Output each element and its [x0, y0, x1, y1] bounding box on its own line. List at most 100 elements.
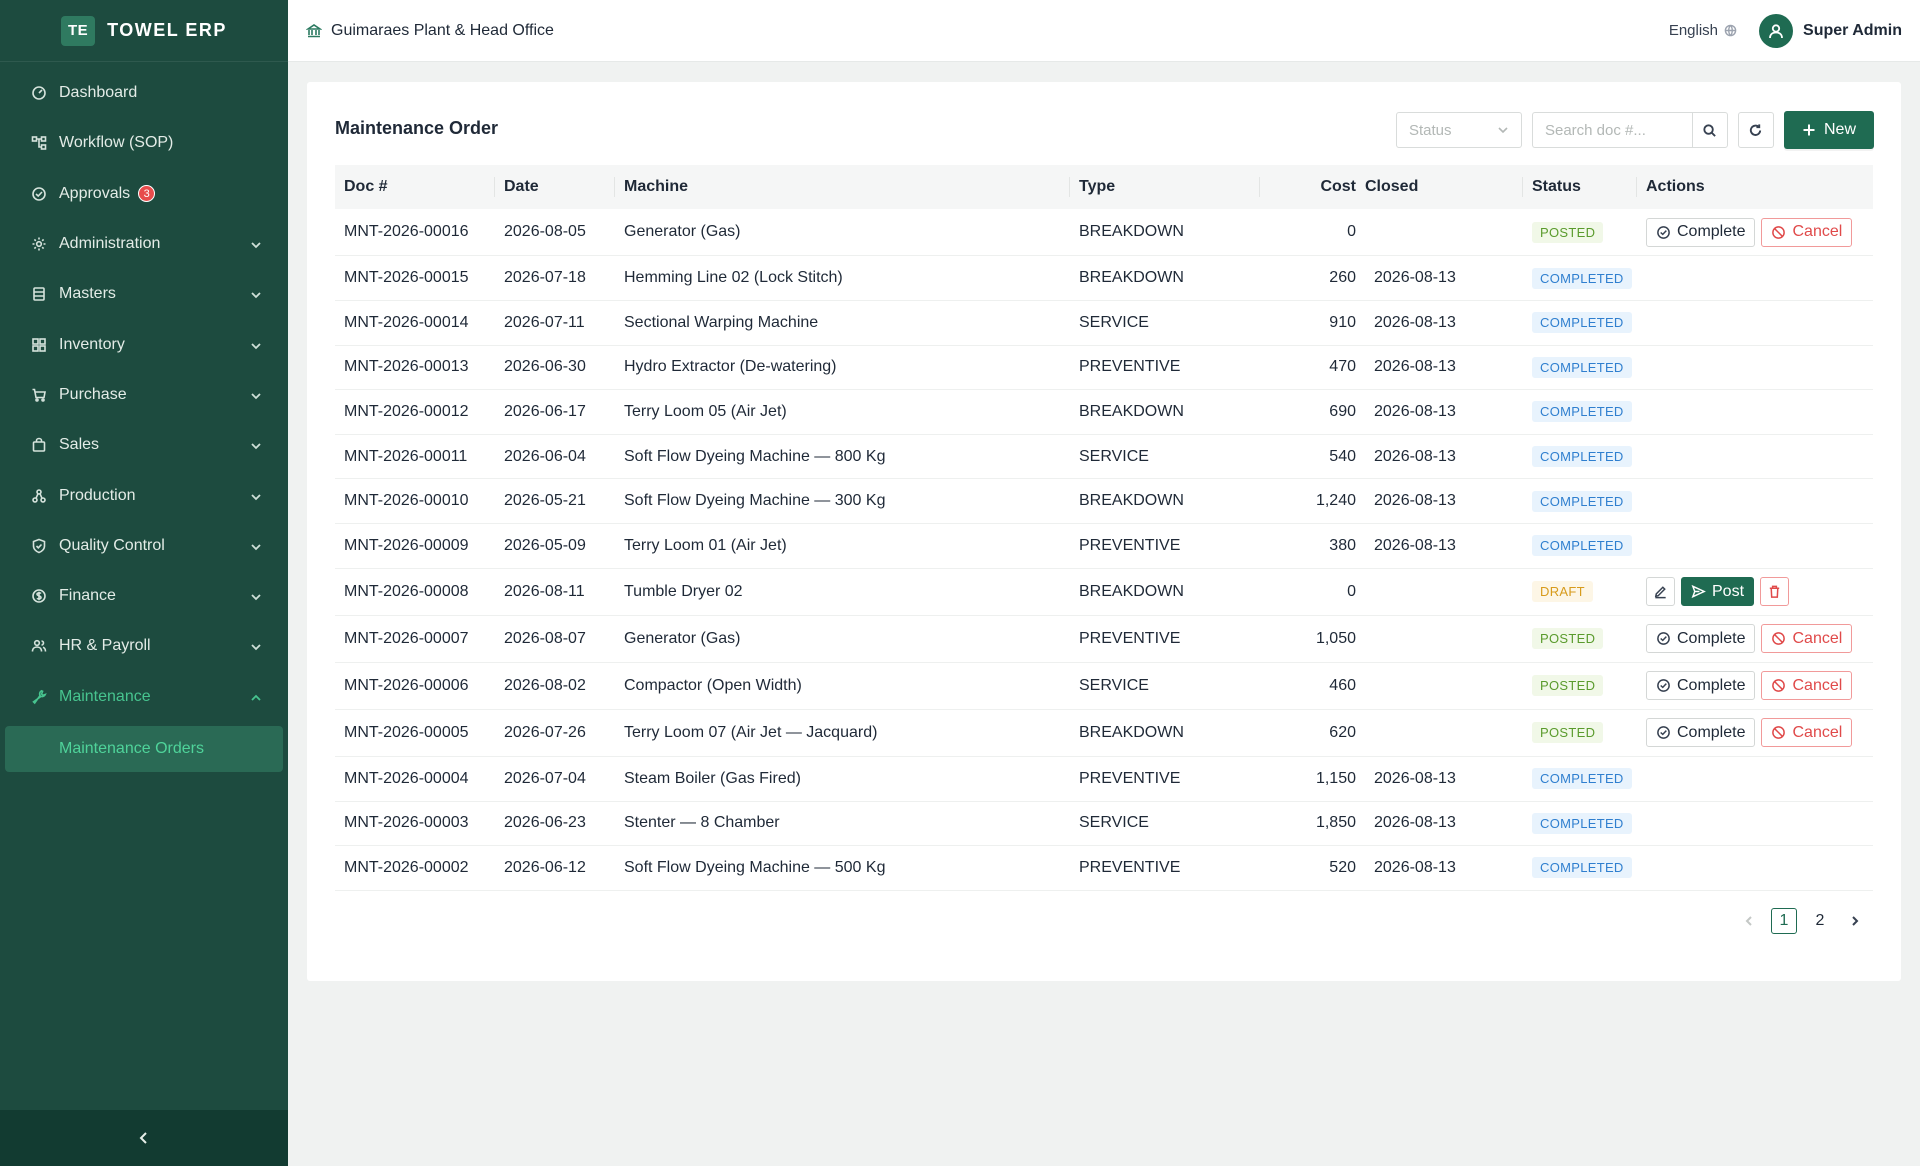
cell-cost: 460	[1329, 676, 1356, 694]
cell-doc: MNT-2026-00011	[344, 447, 468, 465]
sidebar-item-label: Finance	[59, 587, 116, 605]
cell-doc: MNT-2026-00016	[344, 223, 469, 240]
pagination-page-2[interactable]: 2	[1807, 908, 1833, 934]
sidebar-item-workflow-sop[interactable]: Workflow (SOP)	[0, 118, 288, 168]
table-row[interactable]: MNT-2026-00008 2026-08-11 Tumble Dryer 02 B…	[335, 569, 1873, 616]
cancel-button[interactable]: Cancel	[1761, 217, 1853, 247]
brand[interactable]: TE TOWEL ERP	[0, 0, 288, 62]
column-header-type[interactable]: Type	[1070, 165, 1260, 209]
table-row[interactable]: MNT-2026-00015 2026-07-18 Hemming Line 02 …	[335, 256, 1873, 301]
cell-type: PREVENTIVE	[1079, 858, 1181, 876]
post-button[interactable]: Post	[1681, 577, 1755, 607]
language-selector[interactable]: English	[1669, 22, 1737, 39]
cell-status: COMPLETED	[1523, 768, 1637, 790]
cell-type: SERVICE	[1079, 447, 1149, 465]
cell-date: 2026-08-02	[504, 676, 586, 694]
cell-doc: MNT-2026-00005	[344, 723, 469, 741]
table-row[interactable]: MNT-2026-00002 2026-06-12 Soft Flow Dyeing…	[335, 846, 1873, 891]
cell-status: POSTED	[1523, 221, 1637, 243]
sidebar-item-approvals[interactable]: Approvals 3	[0, 169, 288, 219]
cancel-button[interactable]: Cancel	[1761, 624, 1853, 654]
user-icon	[1769, 23, 1783, 38]
cancel-button[interactable]: Cancel	[1761, 718, 1853, 748]
column-header-date[interactable]: Date	[495, 165, 615, 209]
table-row[interactable]: MNT-2026-00006 2026-08-02 Compactor (Open …	[335, 663, 1873, 710]
table-row[interactable]: MNT-2026-00010 2026-05-21 Soft Flow Dyeing…	[335, 479, 1873, 524]
cell-doc: MNT-2026-00009	[344, 536, 469, 554]
status-filter[interactable]: Status	[1395, 112, 1522, 148]
maintenance-order-card: Maintenance Order Status New Doc # Date …	[307, 82, 1901, 981]
sidebar-item-hr-payroll[interactable]: HR & Payroll	[0, 621, 288, 671]
cell-cost: 520	[1329, 858, 1356, 876]
table-row[interactable]: MNT-2026-00004 2026-07-04 Steam Boiler (Ga…	[335, 757, 1873, 802]
cell-cost: 1,050	[1315, 629, 1356, 647]
new-button[interactable]: New	[1783, 111, 1874, 149]
chevron-left-icon	[1745, 916, 1752, 926]
column-header-cost[interactable]: Cost	[1260, 165, 1356, 209]
search-button[interactable]	[1691, 112, 1728, 148]
cell-status: COMPLETED	[1523, 401, 1637, 423]
delete-button[interactable]	[1760, 577, 1790, 607]
search-input[interactable]	[1531, 112, 1692, 148]
edit-icon	[1654, 586, 1666, 599]
column-header-doc[interactable]: Doc #	[335, 165, 495, 209]
cell-status: COMPLETED	[1523, 446, 1637, 468]
cell-doc: MNT-2026-00003	[344, 814, 469, 832]
refresh-button[interactable]	[1737, 112, 1774, 148]
chevron-down-icon	[250, 540, 262, 552]
bag-icon	[30, 436, 48, 454]
pagination-page-1[interactable]: 1	[1771, 908, 1797, 934]
cell-type: SERVICE	[1079, 313, 1149, 331]
table-row[interactable]: MNT-2026-00007 2026-08-07 Generator (Gas) P…	[335, 616, 1873, 663]
complete-button[interactable]: Complete	[1646, 217, 1756, 247]
sidebar-item-label: Production	[59, 486, 136, 504]
top-header: Guimaraes Plant & Head Office English Su…	[288, 0, 1920, 62]
sidebar-item-finance[interactable]: Finance	[0, 571, 288, 621]
complete-button[interactable]: Complete	[1646, 624, 1756, 654]
sidebar-item-dashboard[interactable]: Dashboard	[0, 68, 288, 118]
sidebar-item-quality-control[interactable]: Quality Control	[0, 521, 288, 571]
pagination-prev[interactable]	[1737, 908, 1761, 934]
sidebar-item-purchase[interactable]: Purchase	[0, 370, 288, 420]
sidebar-item-sales[interactable]: Sales	[0, 420, 288, 470]
sidebar-item-masters[interactable]: Masters	[0, 269, 288, 319]
cell-doc: MNT-2026-00006	[344, 676, 469, 694]
globe-icon	[1724, 24, 1737, 37]
sidebar-item-administration[interactable]: Administration	[0, 219, 288, 269]
table-row[interactable]: MNT-2026-00016 2026-08-05 Generator (Gas) B…	[335, 209, 1873, 256]
table-row[interactable]: MNT-2026-00013 2026-06-30 Hydro Extractor …	[335, 346, 1873, 391]
cell-cost: 470	[1329, 358, 1356, 376]
cancel-button[interactable]: Cancel	[1761, 671, 1853, 701]
plant-selector[interactable]: Guimaraes Plant & Head Office	[306, 22, 554, 40]
column-header-machine[interactable]: Machine	[615, 165, 1070, 209]
complete-button[interactable]: Complete	[1646, 671, 1756, 701]
sidebar-item-maintenance[interactable]: Maintenance	[0, 672, 288, 722]
table-row[interactable]: MNT-2026-00009 2026-05-09 Terry Loom 01 (A…	[335, 524, 1873, 569]
user-menu[interactable]: Super Admin	[1759, 13, 1902, 48]
cell-machine: Compactor (Open Width)	[624, 676, 802, 694]
table-row[interactable]: MNT-2026-00014 2026-07-11 Sectional Warpin…	[335, 301, 1873, 346]
table-row[interactable]: MNT-2026-00003 2026-06-23 Stenter — 8 Cham…	[335, 802, 1873, 847]
sidebar-item-production[interactable]: Production	[0, 470, 288, 520]
sidebar-subitem-maintenance-orders[interactable]: Maintenance Orders	[5, 725, 283, 772]
cell-closed: 2026-08-13	[1374, 814, 1456, 832]
table-row[interactable]: MNT-2026-00012 2026-06-17 Terry Loom 05 (A…	[335, 390, 1873, 435]
complete-button[interactable]: Complete	[1646, 718, 1756, 748]
cell-cost: 690	[1329, 402, 1356, 420]
pagination-next[interactable]	[1843, 908, 1867, 934]
edit-button[interactable]	[1646, 577, 1675, 607]
table-row[interactable]: MNT-2026-00011 2026-06-04 Soft Flow Dyeing…	[335, 435, 1873, 480]
table-body: MNT-2026-00016 2026-08-05 Generator (Gas) B…	[335, 209, 1873, 891]
cell-machine: Soft Flow Dyeing Machine — 300 Kg	[624, 492, 886, 510]
column-header-status[interactable]: Status	[1523, 165, 1637, 209]
sidebar-item-inventory[interactable]: Inventory	[0, 319, 288, 369]
dashboard-icon	[30, 84, 48, 102]
cell-doc: MNT-2026-00012	[344, 402, 469, 420]
sidebar-collapse-button[interactable]	[0, 1110, 288, 1166]
table-row[interactable]: MNT-2026-00005 2026-07-26 Terry Loom 07 (A…	[335, 710, 1873, 757]
column-header-closed[interactable]: Closed	[1356, 165, 1523, 209]
cell-machine: Hydro Extractor (De-watering)	[624, 358, 837, 376]
cell-status: COMPLETED	[1523, 312, 1637, 334]
cell-closed: 2026-08-13	[1374, 769, 1456, 787]
cell-date: 2026-06-04	[504, 447, 586, 465]
